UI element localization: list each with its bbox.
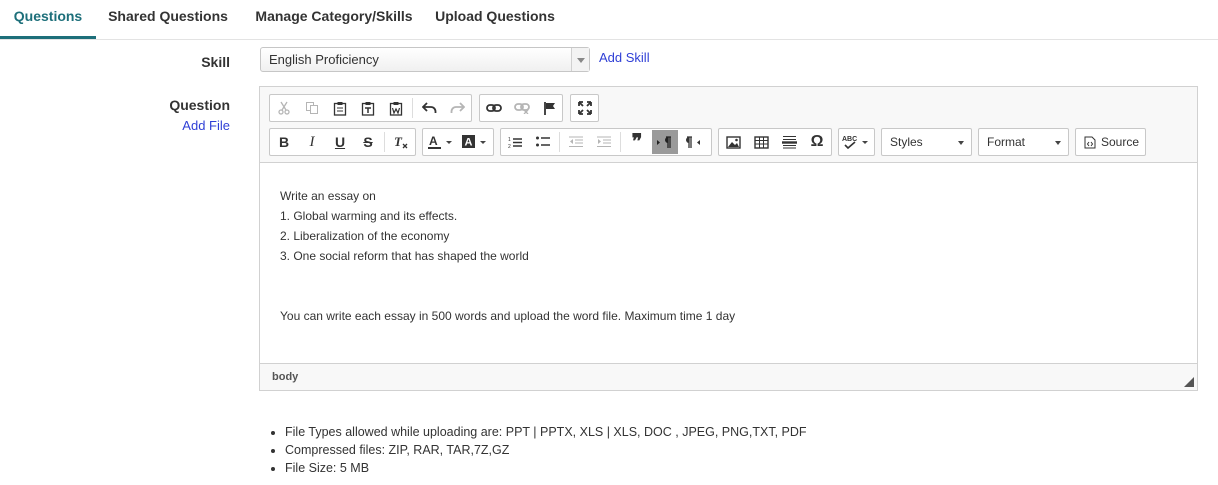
- tab-upload-questions[interactable]: Upload Questions: [428, 0, 562, 39]
- text-direction-rtl-icon[interactable]: [680, 130, 706, 154]
- maximize-icon[interactable]: [572, 96, 598, 120]
- clipboard-group: [269, 94, 472, 122]
- colors-group: A A: [422, 128, 494, 156]
- content-line: You can write each essay in 500 words an…: [280, 309, 736, 323]
- upload-notes: File Types allowed while uploading are: …: [267, 423, 807, 477]
- source-button[interactable]: Source: [1078, 130, 1144, 154]
- paste-word-icon[interactable]: [383, 96, 409, 120]
- anchor-flag-icon[interactable]: [537, 96, 563, 120]
- undo-icon[interactable]: [416, 96, 442, 120]
- paste-text-icon[interactable]: [355, 96, 381, 120]
- spellcheck-group: ABC: [838, 128, 875, 156]
- cut-icon[interactable]: [271, 96, 297, 120]
- link-icon[interactable]: [481, 96, 507, 120]
- tab-manage-category-skills[interactable]: Manage Category/Skills: [246, 0, 422, 39]
- bulleted-list-icon[interactable]: [530, 130, 556, 154]
- svg-text:A: A: [465, 137, 473, 149]
- strikethrough-icon[interactable]: S: [355, 130, 381, 154]
- image-icon[interactable]: [720, 130, 746, 154]
- element-path[interactable]: body: [272, 371, 298, 383]
- note-item: File Size: 5 MB: [285, 459, 807, 477]
- link-group: [479, 94, 563, 122]
- source-group: Source: [1075, 128, 1146, 156]
- note-item: Compressed files: ZIP, RAR, TAR,7Z,GZ: [285, 441, 807, 459]
- chevron-down-icon: [1055, 141, 1061, 145]
- styles-dropdown-label: Styles: [890, 135, 923, 149]
- paragraph-group: 12 ❞: [500, 128, 712, 156]
- numbered-list-icon[interactable]: 12: [502, 130, 528, 154]
- source-label: Source: [1101, 135, 1140, 149]
- chevron-down-icon: [958, 141, 964, 145]
- editor-status-bar: body: [260, 363, 1197, 390]
- editor-content[interactable]: Write an essay on 1. Global warming and …: [260, 163, 1197, 363]
- table-icon[interactable]: [748, 130, 774, 154]
- svg-text:2: 2: [508, 144, 511, 149]
- horizontal-rule-icon[interactable]: [776, 130, 802, 154]
- rich-text-editor: B I U S T A A 12 ❞ Ω ABC Styles Format S…: [259, 86, 1198, 391]
- resize-handle-icon[interactable]: [1184, 377, 1194, 387]
- insert-group: Ω: [718, 128, 832, 156]
- content-line: 1. Global warming and its effects.: [280, 209, 458, 223]
- add-skill-link[interactable]: Add Skill: [599, 50, 650, 65]
- content-line: 3. One social reform that has shaped the…: [280, 249, 529, 263]
- svg-text:A: A: [429, 134, 438, 148]
- blockquote-icon[interactable]: ❞: [624, 130, 650, 154]
- question-label: Question: [169, 97, 230, 113]
- skill-label: Skill: [201, 54, 230, 70]
- paste-icon[interactable]: [327, 96, 353, 120]
- background-color-icon[interactable]: A: [458, 130, 492, 154]
- decrease-indent-icon[interactable]: [563, 130, 589, 154]
- content-line: Write an essay on: [280, 189, 376, 203]
- unlink-icon[interactable]: [509, 96, 535, 120]
- add-file-link[interactable]: Add File: [150, 118, 230, 133]
- special-character-icon[interactable]: Ω: [804, 130, 830, 154]
- format-dropdown[interactable]: Format: [978, 128, 1069, 156]
- styles-dropdown[interactable]: Styles: [881, 128, 972, 156]
- source-icon: [1084, 136, 1096, 148]
- skill-select-value: English Proficiency: [269, 52, 379, 67]
- maximize-group: [570, 94, 599, 122]
- basicstyles-group: B I U S T: [269, 128, 416, 156]
- skill-select[interactable]: English Proficiency: [260, 47, 590, 72]
- underline-icon[interactable]: U: [327, 130, 353, 154]
- increase-indent-icon[interactable]: [591, 130, 617, 154]
- tab-bar: Questions Shared Questions Manage Catego…: [0, 0, 1218, 40]
- svg-text:T: T: [394, 135, 403, 149]
- redo-icon[interactable]: [444, 96, 470, 120]
- tab-shared-questions[interactable]: Shared Questions: [101, 0, 235, 39]
- content-line: 2. Liberalization of the economy: [280, 229, 450, 243]
- editor-toolbar: B I U S T A A 12 ❞ Ω ABC Styles Format S…: [260, 87, 1197, 163]
- chevron-down-icon[interactable]: [571, 48, 589, 71]
- spellcheck-icon[interactable]: ABC: [840, 130, 874, 154]
- text-direction-ltr-icon[interactable]: [652, 130, 678, 154]
- tab-questions[interactable]: Questions: [0, 0, 96, 39]
- note-item: File Types allowed while uploading are: …: [285, 423, 807, 441]
- bold-icon[interactable]: B: [271, 130, 297, 154]
- italic-icon[interactable]: I: [299, 130, 325, 154]
- copy-icon[interactable]: [299, 96, 325, 120]
- format-dropdown-label: Format: [987, 135, 1026, 149]
- text-color-icon[interactable]: A: [424, 130, 458, 154]
- remove-format-icon[interactable]: T: [388, 130, 414, 154]
- svg-text:1: 1: [508, 137, 511, 143]
